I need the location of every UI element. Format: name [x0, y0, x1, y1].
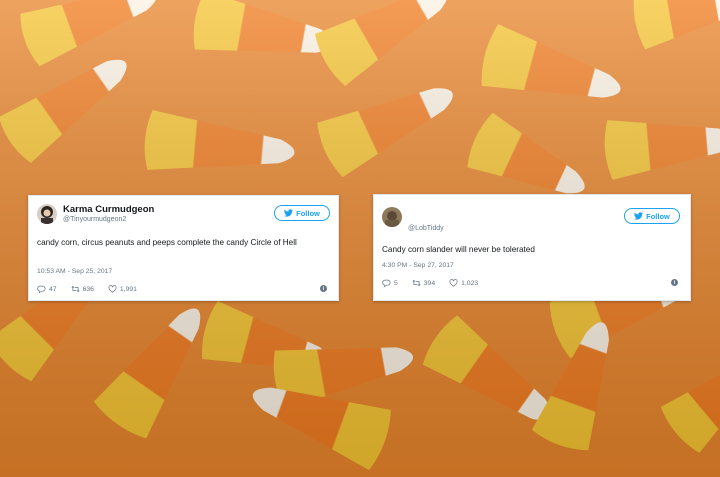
- heart-icon: [449, 279, 458, 287]
- info-icon[interactable]: i: [671, 279, 678, 286]
- twitter-bird-icon: [634, 212, 644, 220]
- retweet-action[interactable]: 394: [412, 279, 435, 287]
- follow-label: Follow: [296, 208, 320, 218]
- tweet-text: Candy corn slander will never be tolerat…: [382, 245, 535, 254]
- twitter-bird-icon: [284, 209, 294, 217]
- tweet-card-karma-curmudgeon: Karma Curmudgeon @Tinyourmudgeon2 Follow…: [28, 195, 339, 301]
- avatar[interactable]: [382, 207, 402, 227]
- retweet-action[interactable]: 636: [71, 285, 94, 293]
- author-handle[interactable]: @Tinyourmudgeon2: [63, 216, 126, 223]
- heart-icon: [108, 285, 117, 293]
- follow-button[interactable]: Follow: [274, 205, 330, 221]
- follow-button[interactable]: Follow: [624, 208, 680, 224]
- author-handle[interactable]: @LobTiddy: [408, 225, 444, 232]
- info-icon[interactable]: i: [320, 285, 327, 292]
- tweet-text: candy corn, circus peanuts and peeps com…: [37, 238, 297, 247]
- tweet-card-lobtiddy: @LobTiddy Follow Candy corn slander will…: [373, 194, 691, 301]
- reply-action[interactable]: 5: [382, 279, 398, 287]
- retweet-icon: [412, 279, 421, 287]
- reply-count: 5: [394, 279, 398, 287]
- reply-icon: [37, 285, 46, 293]
- like-count: 1,023: [461, 279, 479, 287]
- retweet-icon: [71, 285, 80, 293]
- tweet-timestamp[interactable]: 10:53 AM - Sep 25, 2017: [37, 268, 112, 275]
- reply-icon: [382, 279, 391, 287]
- avatar[interactable]: [37, 204, 57, 224]
- reply-action[interactable]: 47: [37, 285, 57, 293]
- like-action[interactable]: 1,023: [449, 279, 478, 287]
- follow-label: Follow: [646, 211, 670, 221]
- retweet-count: 394: [423, 279, 436, 287]
- tweet-actions: 47 636 1,991: [37, 285, 151, 293]
- like-count: 1,991: [119, 285, 137, 293]
- like-action[interactable]: 1,991: [108, 285, 137, 293]
- reply-count: 47: [49, 285, 57, 293]
- tweet-actions: 5 394 1,023: [382, 279, 492, 287]
- retweet-count: 636: [82, 285, 94, 293]
- tweet-timestamp[interactable]: 4:30 PM - Sep 27, 2017: [382, 262, 454, 269]
- author-name[interactable]: Karma Curmudgeon: [63, 204, 154, 215]
